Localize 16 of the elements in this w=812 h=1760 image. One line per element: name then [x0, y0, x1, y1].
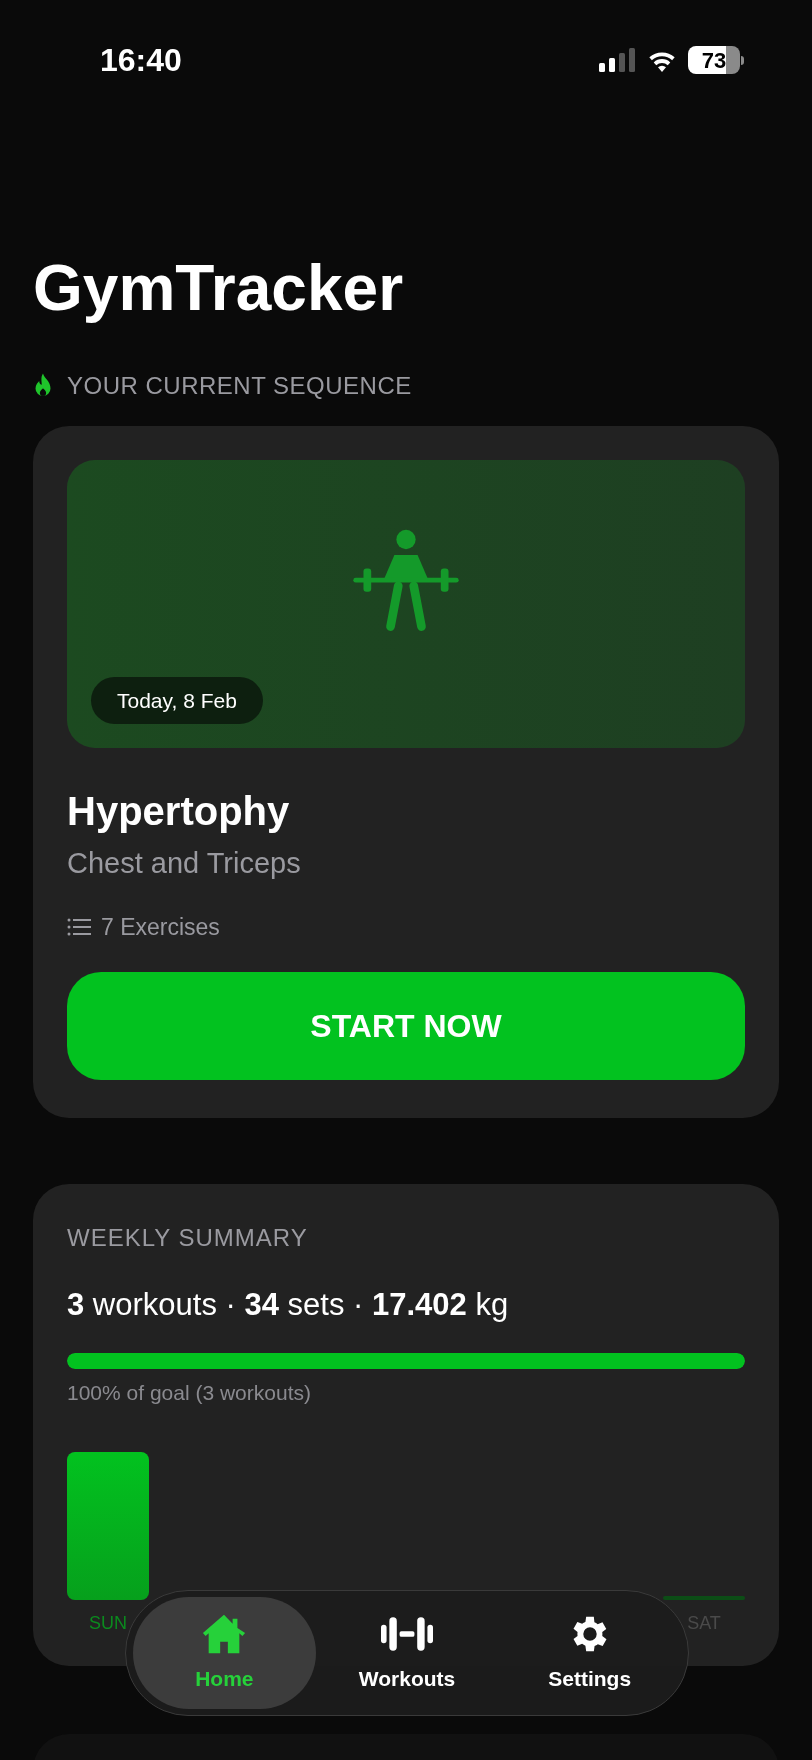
tab-item[interactable]: Home [133, 1597, 316, 1709]
tab-item[interactable]: Workouts [315, 1597, 499, 1709]
summary-title: WEEKLY SUMMARY [67, 1223, 309, 1253]
summary-stats: 3 workouts · 34 sets · 17.402 kg [67, 1286, 510, 1324]
list-icon [67, 917, 91, 936]
tab-item[interactable]: Settings [498, 1597, 681, 1709]
status-time: 16:40 [100, 41, 182, 80]
section-label: YOUR CURRENT SEQUENCE [67, 371, 412, 401]
signal-icon [598, 48, 636, 72]
day-label: SUN [88, 1612, 128, 1635]
goal-text: 100% of goal (3 workouts) [67, 1379, 312, 1406]
exercise-count: 7 Exercises [101, 912, 220, 942]
date-badge: Today, 8 Feb [91, 676, 263, 724]
workout-subtitle: Chest and Triceps [67, 846, 302, 881]
flame-icon [33, 373, 53, 399]
workout-title: Hypertophy [67, 788, 291, 835]
